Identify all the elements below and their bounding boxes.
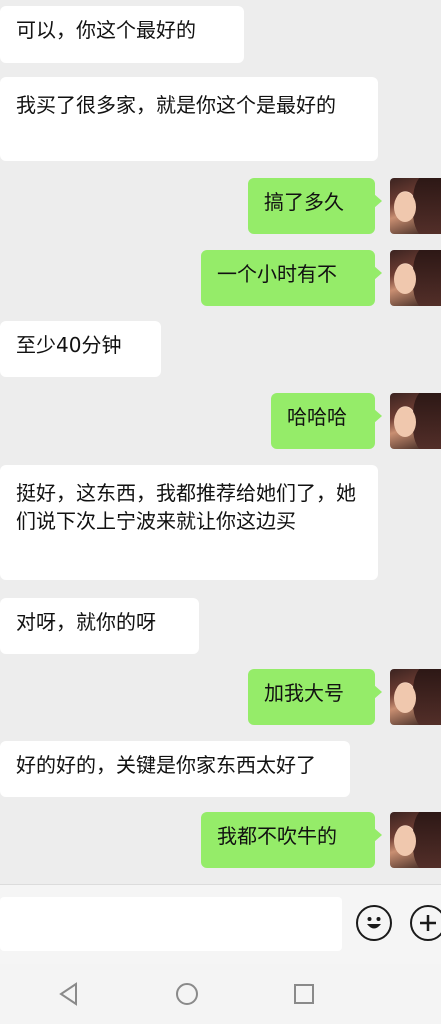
message-bubble[interactable]: 挺好，这东西，我都推荐给她们了，她们说下次上宁波来就让你这边买 bbox=[0, 465, 378, 580]
message-bubble[interactable]: 搞了多久 bbox=[248, 178, 382, 234]
user-avatar[interactable] bbox=[390, 250, 441, 306]
message-bubble[interactable]: 一个小时有不 bbox=[201, 250, 382, 306]
android-nav-bar bbox=[0, 964, 441, 1024]
plus-circle-icon[interactable] bbox=[410, 905, 441, 941]
circle-home-icon[interactable] bbox=[173, 980, 201, 1008]
message-bubble[interactable]: 加我大号 bbox=[248, 669, 382, 725]
triangle-back-icon[interactable] bbox=[55, 980, 83, 1008]
message-bubble[interactable]: 哈哈哈 bbox=[271, 393, 382, 449]
message-bubble[interactable]: 可以，你这个最好的 bbox=[0, 6, 244, 63]
user-avatar[interactable] bbox=[390, 178, 441, 234]
message-input-bar bbox=[0, 884, 441, 965]
user-avatar[interactable] bbox=[390, 393, 441, 449]
user-avatar[interactable] bbox=[390, 812, 441, 868]
smiley-face-icon[interactable] bbox=[356, 905, 392, 941]
message-input[interactable] bbox=[0, 897, 342, 951]
message-bubble[interactable]: 我都不吹牛的 bbox=[201, 812, 382, 868]
message-bubble[interactable]: 对呀，就你的呀 bbox=[0, 598, 199, 654]
user-avatar[interactable] bbox=[390, 669, 441, 725]
message-bubble[interactable]: 至少40分钟 bbox=[0, 321, 161, 377]
message-bubble[interactable]: 好的好的，关键是你家东西太好了 bbox=[0, 741, 350, 797]
message-bubble[interactable]: 我买了很多家，就是你这个是最好的 bbox=[0, 77, 378, 161]
chat-area: 可以，你这个最好的 我买了很多家，就是你这个是最好的 搞了多久 一个小时有不 至… bbox=[0, 0, 441, 884]
square-recents-icon[interactable] bbox=[290, 980, 318, 1008]
